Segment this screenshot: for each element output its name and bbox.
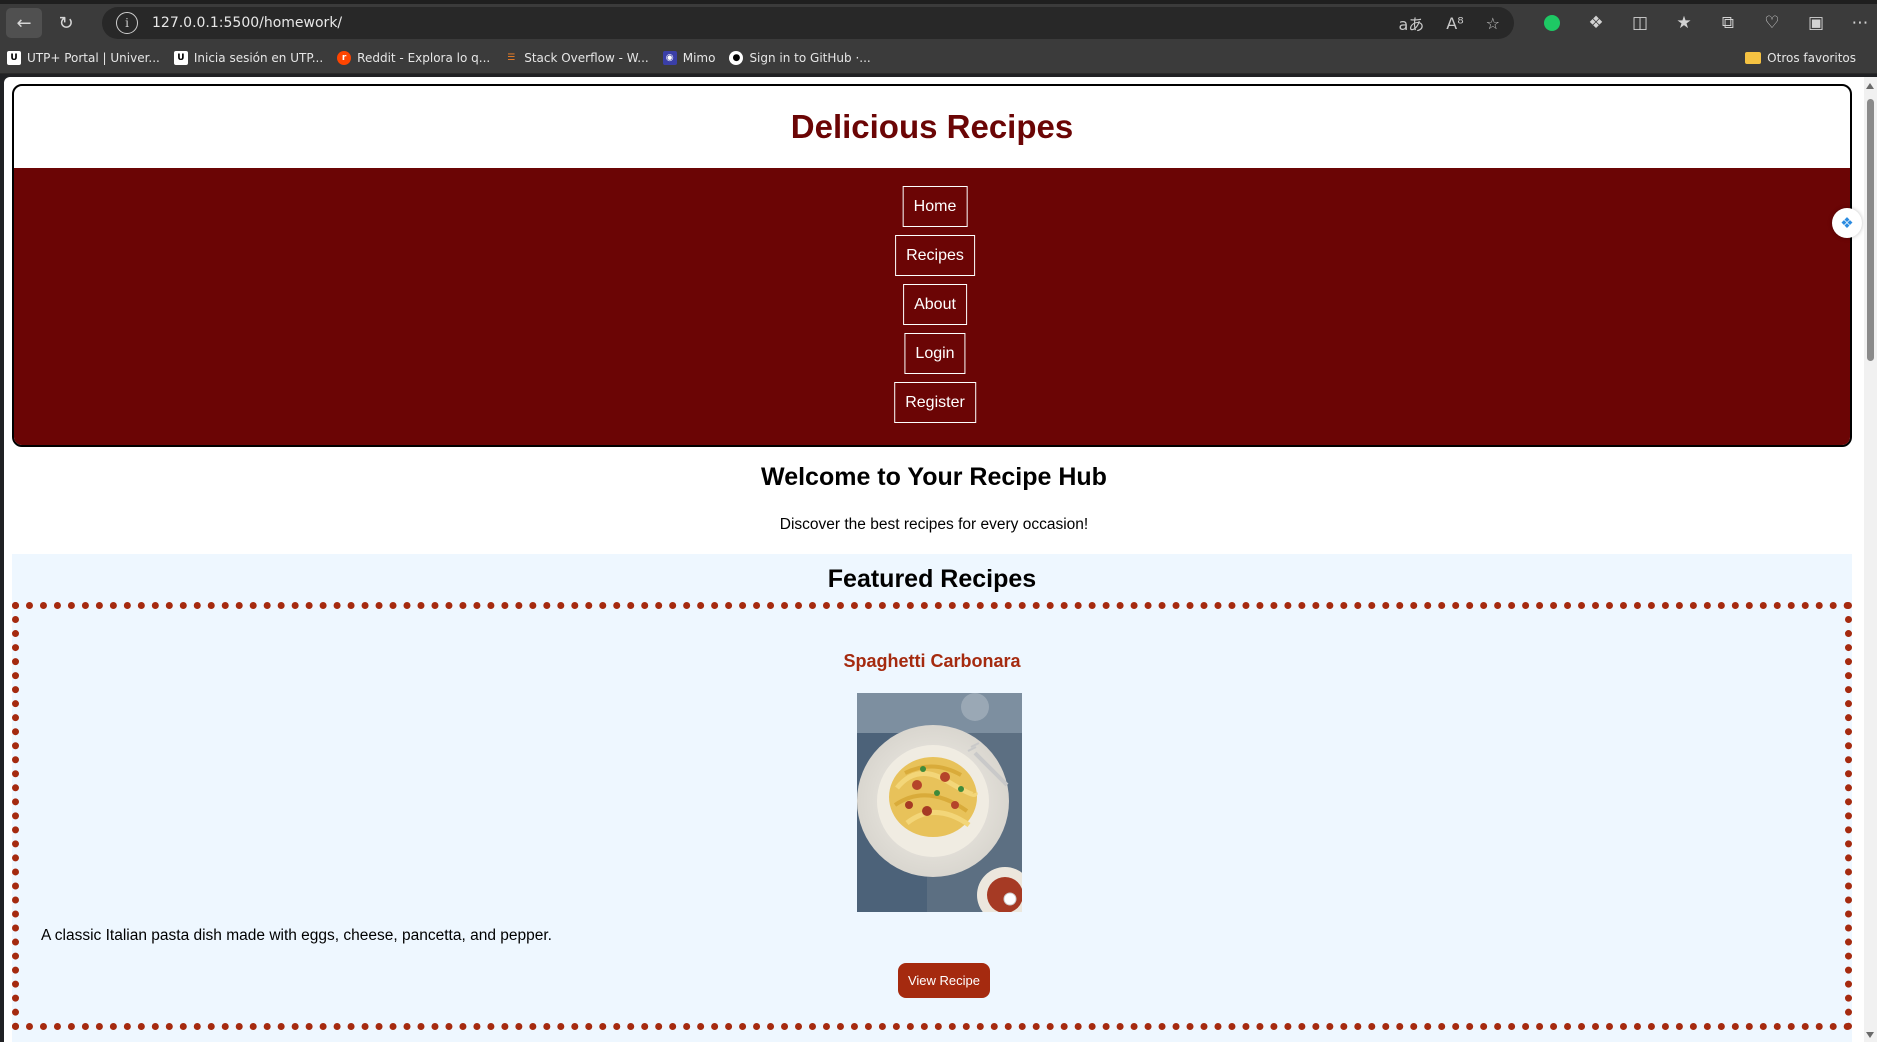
reddit-icon: r — [337, 50, 352, 65]
other-favorites-label: Otros favoritos — [1767, 51, 1856, 65]
address-bar-actions: aあ A⁸ ☆ — [1398, 7, 1500, 39]
page-title: Delicious Recipes — [790, 108, 1074, 145]
bookmark-utp-login[interactable]: U Inicia sesión en UTP... — [167, 46, 330, 70]
bookmarks-bar: U UTP+ Portal | Univer... U Inicia sesió… — [0, 42, 1877, 74]
featured-section: Featured Recipes Spaghetti Carbonara A c… — [12, 554, 1852, 1042]
site-info-icon[interactable]: i — [116, 12, 138, 34]
nav-register-link[interactable]: Register — [894, 382, 976, 423]
other-favorites[interactable]: Otros favoritos — [1738, 46, 1863, 70]
nav-recipes-link[interactable]: Recipes — [895, 235, 975, 276]
collections-button[interactable]: ⧉ — [1706, 8, 1750, 38]
nav-home-link[interactable]: Home — [902, 186, 968, 227]
copilot-button[interactable]: ▣ — [1794, 8, 1838, 38]
main-nav: Home Recipes About Login Register — [14, 168, 1850, 445]
stackoverflow-icon: ☰ — [507, 52, 516, 63]
collections-icon: ⧉ — [1721, 13, 1735, 33]
bookmark-label: Inicia sesión en UTP... — [193, 50, 324, 65]
sidebar-toggle-button[interactable]: ❖ — [1832, 208, 1862, 238]
welcome-heading: Welcome to Your Recipe Hub — [761, 463, 1107, 491]
more-menu-button[interactable]: ⋯ — [1838, 8, 1877, 38]
arrow-left-icon: ← — [16, 12, 32, 34]
reload-button[interactable]: ↻ — [48, 8, 84, 38]
favorites-button[interactable]: ★ — [1662, 8, 1706, 38]
ellipsis-icon: ⋯ — [1851, 13, 1869, 33]
copilot-icon: ▣ — [1807, 13, 1825, 33]
site-header: Delicious Recipes Home Recipes About Log… — [12, 84, 1852, 447]
featured-heading: Featured Recipes — [827, 565, 1037, 593]
split-screen-button[interactable]: ◫ — [1618, 8, 1662, 38]
read-aloud-icon[interactable]: A⁸ — [1446, 14, 1463, 33]
recipe-image — [857, 693, 1022, 912]
scroll-up-arrow-icon[interactable] — [1866, 83, 1874, 89]
translate-icon[interactable]: aあ — [1398, 11, 1424, 35]
favorites-list-icon: ★ — [1676, 13, 1692, 33]
favorite-star-icon[interactable]: ☆ — [1486, 14, 1500, 33]
puzzle-icon: ❖ — [1588, 13, 1604, 33]
recipe-card: Spaghetti Carbonara A classic Italian pa… — [12, 602, 1852, 1030]
utp-icon: U — [7, 50, 21, 65]
split-screen-icon: ◫ — [1631, 13, 1649, 33]
nav-login-link[interactable]: Login — [904, 333, 966, 374]
layers-icon: ❖ — [1840, 214, 1854, 232]
extensions-button[interactable]: ❖ — [1574, 8, 1618, 38]
utp-icon: U — [173, 50, 188, 65]
extension-status-button[interactable] — [1530, 8, 1574, 38]
view-recipe-button[interactable]: View Recipe — [898, 963, 990, 998]
github-icon: ● — [729, 50, 744, 65]
folder-icon — [1745, 52, 1762, 64]
reload-icon: ↻ — [58, 12, 74, 34]
bookmark-label: UTP+ Portal | Univer... — [27, 50, 160, 65]
scroll-down-arrow-icon[interactable] — [1866, 1032, 1874, 1038]
browser-essentials-button[interactable]: ♡ — [1750, 8, 1794, 38]
browser-toolbar: ← ↻ i 127.0.0.1:5500/homework/ aあ A⁸ ☆ ❖… — [0, 4, 1877, 42]
nav-about-link[interactable]: About — [903, 284, 967, 325]
url-text[interactable]: 127.0.0.1:5500/homework/ — [152, 15, 342, 31]
back-button[interactable]: ← — [6, 8, 42, 38]
mimo-icon: ◉ — [662, 50, 677, 65]
heart-pulse-icon: ♡ — [1764, 13, 1780, 33]
scroll-thumb[interactable] — [1867, 99, 1874, 361]
pasta-dish-image — [857, 693, 1022, 912]
bookmark-utp-portal[interactable]: U UTP+ Portal | Univer... — [0, 46, 167, 70]
page-viewport: Delicious Recipes Home Recipes About Log… — [4, 77, 1864, 1042]
bookmark-github[interactable]: ● Sign in to GitHub ·... — [722, 46, 877, 70]
bookmark-mimo[interactable]: ◉ Mimo — [656, 46, 723, 70]
bookmark-reddit[interactable]: r Reddit - Explora lo q... — [330, 46, 497, 70]
bookmark-stackoverflow[interactable]: ☰ Stack Overflow - W... — [497, 46, 656, 70]
bookmark-label: Stack Overflow - W... — [524, 50, 649, 65]
green-status-icon — [1544, 15, 1560, 31]
recipe-title: Spaghetti Carbonara — [843, 651, 1021, 671]
recipe-description: A classic Italian pasta dish made with e… — [41, 927, 552, 944]
address-bar[interactable]: i 127.0.0.1:5500/homework/ aあ A⁸ ☆ — [102, 7, 1514, 39]
browser-extensions: ❖ ◫ ★ ⧉ ♡ ▣ ⋯ — [1530, 8, 1877, 38]
vertical-scrollbar[interactable] — [1864, 77, 1877, 1042]
bookmark-label: Mimo — [682, 50, 716, 65]
bookmark-label: Reddit - Explora lo q... — [357, 50, 491, 65]
welcome-subtitle: Discover the best recipes for every occa… — [779, 516, 1089, 533]
bookmark-label: Sign in to GitHub ·... — [749, 50, 871, 65]
